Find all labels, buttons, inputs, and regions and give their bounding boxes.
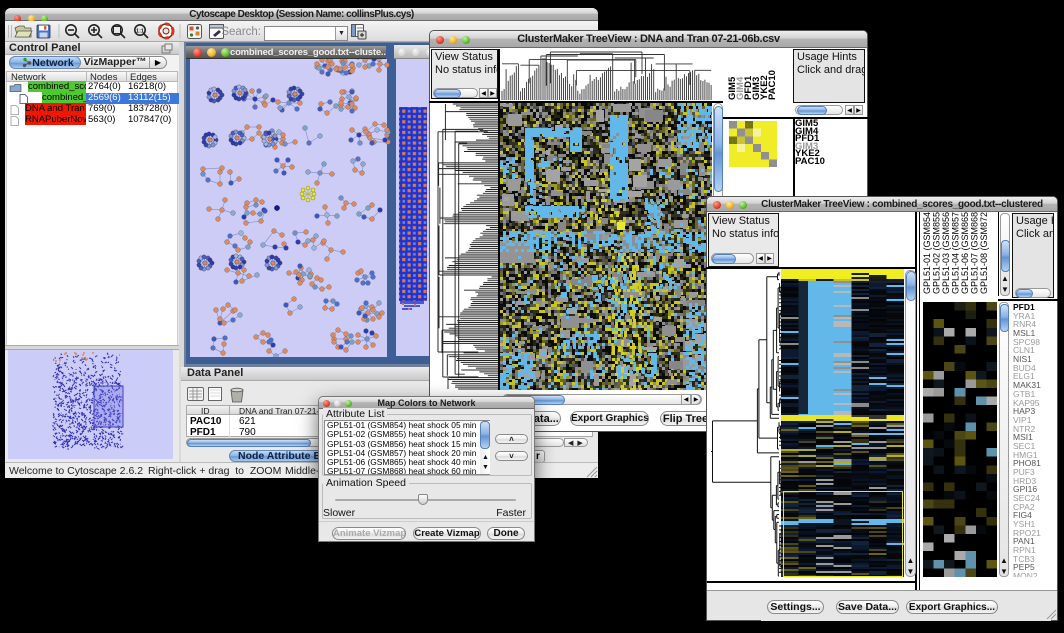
- svg-text:GPL51-06 (GSM865): GPL51-06 (GSM865): [960, 212, 970, 294]
- svg-text:GPL51-03 (GSM856): GPL51-03 (GSM856): [941, 212, 951, 294]
- svg-text:GPL51-07 (GSM868): GPL51-07 (GSM868): [970, 212, 980, 294]
- svg-text:GPL51-01 (GSM854): GPL51-01 (GSM854): [922, 212, 932, 294]
- svg-text:GPL51-08 (GSM872): GPL51-08 (GSM872): [979, 212, 989, 294]
- svg-text:GPL51-04 (GSM857): GPL51-04 (GSM857): [951, 212, 961, 294]
- svg-text:GPL51-02 (GSM855): GPL51-02 (GSM855): [932, 212, 942, 294]
